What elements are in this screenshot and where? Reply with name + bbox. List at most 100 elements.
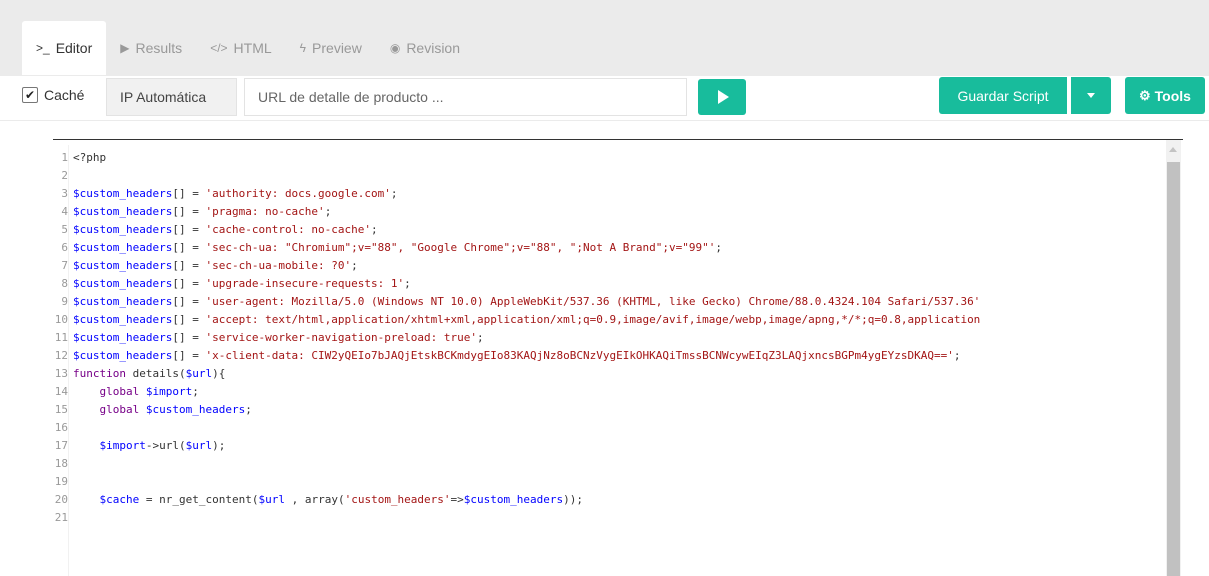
code-token: $custom_headers (73, 223, 173, 236)
url-input[interactable] (244, 78, 687, 116)
code-token: 'accept: text/html,application/xhtml+xml… (205, 313, 981, 326)
line-number: 5 (61, 223, 68, 236)
tools-button[interactable]: ⚙ Tools (1125, 77, 1205, 114)
tab-label: Editor (55, 40, 93, 56)
line-number: 13 (54, 367, 68, 380)
code-token: global (99, 385, 140, 398)
code-token: 'user-agent: Mozilla/5.0 (Windows NT 10.… (205, 295, 981, 308)
code-token: $custom_headers (73, 187, 173, 200)
code-token: [] = (172, 241, 206, 254)
line-number: 15 (54, 403, 68, 416)
code-text: $custom_headers[] = 'x-client-data: CIW2… (73, 347, 960, 365)
bolt-icon: ϟ (299, 41, 307, 55)
code-token: [] = (172, 205, 206, 218)
scrollbar-thumb[interactable] (1167, 162, 1180, 576)
code-token: 'authority: docs.google.com' (205, 187, 391, 200)
line-number: 18 (54, 457, 68, 470)
code-token: $url (258, 493, 285, 506)
code-line: 11 $custom_headers[] = 'service-worker-na… (53, 329, 1183, 347)
code-text: function details($url){ (73, 365, 225, 383)
code-text: $custom_headers[] = 'accept: text/html,a… (73, 311, 980, 329)
cache-checkbox[interactable]: ✔ (22, 87, 38, 103)
ip-mode-selector[interactable]: IP Automática (106, 78, 237, 116)
line-number: 2 (61, 169, 68, 182)
code-token: $url (185, 439, 213, 452)
code-token: $custom_headers (73, 331, 173, 344)
play-icon (718, 90, 729, 104)
code-text: $import->url($url); (73, 437, 226, 455)
tab-html[interactable]: </> HTML (196, 21, 285, 75)
tab-results[interactable]: ▶ Results (106, 21, 196, 75)
line-number: 3 (61, 187, 68, 200)
code-token: [] = (172, 223, 206, 236)
line-number: 4 (61, 205, 68, 218)
line-number: 9 (61, 295, 68, 308)
code-line: 4 $custom_headers[] = 'pragma: no-cache'; (53, 203, 1183, 221)
code-token: [] = (172, 259, 206, 272)
code-editor[interactable]: 1 <?php 2 3 $custom_headers[] = 'authority: … (53, 139, 1183, 576)
code-token: $custom_headers (73, 277, 173, 290)
code-line: 9 $custom_headers[] = 'user-agent: Mozill… (53, 293, 1183, 311)
code-token: => (450, 493, 464, 506)
code-token: 'sec-ch-ua-mobile: ?0' (205, 259, 352, 272)
code-line: 14 global $import; (53, 383, 1183, 401)
run-button[interactable] (698, 79, 746, 115)
code-token: ; (715, 241, 723, 254)
code-token: [] = (172, 313, 206, 326)
code-token: details( (125, 367, 186, 380)
code-text: global $import; (73, 383, 199, 401)
code-line: 3 $custom_headers[] = 'authority: docs.go… (53, 185, 1183, 203)
code-token: ; (390, 187, 398, 200)
line-number: 21 (54, 511, 68, 524)
gear-icon: ⚙ (1139, 87, 1151, 103)
tab-label: HTML (233, 40, 272, 56)
tab-revision[interactable]: ◉ Revision (376, 21, 474, 75)
code-line: 7 $custom_headers[] = 'sec-ch-ua-mobile: … (53, 257, 1183, 275)
code-text: $custom_headers[] = 'cache-control: no-c… (73, 221, 378, 239)
line-number: 10 (54, 313, 68, 326)
tab-bar: >_ Editor ▶ Results </> HTML ϟ Preview ◉ Revision (22, 21, 474, 75)
play-icon: ▶ (120, 41, 130, 55)
code-line: 2 (53, 167, 1183, 185)
save-options-dropdown[interactable] (1071, 77, 1111, 114)
code-line: 21 (53, 509, 1183, 527)
line-number: 6 (61, 241, 68, 254)
code-token: [] = (172, 331, 206, 344)
code-token: $custom_headers (73, 349, 173, 362)
code-icon: </> (210, 41, 228, 55)
code-text: $custom_headers[] = 'pragma: no-cache'; (73, 203, 331, 221)
tab-label: Results (135, 40, 183, 56)
code-token: ; (953, 349, 961, 362)
code-token: 'upgrade-insecure-requests: 1' (205, 277, 405, 290)
code-line: 17 $import->url($url); (53, 437, 1183, 455)
tab-preview[interactable]: ϟ Preview (286, 21, 376, 75)
code-text: <?php (73, 149, 106, 167)
tab-editor[interactable]: >_ Editor (22, 21, 107, 75)
cache-toggle[interactable]: ✔ Caché (22, 87, 84, 103)
code-token: $url (185, 367, 213, 380)
code-text: $custom_headers[] = 'service-worker-navi… (73, 329, 484, 347)
code-token: $custom_headers (145, 403, 246, 416)
save-script-button[interactable]: Guardar Script (939, 77, 1067, 114)
line-number: 20 (54, 493, 68, 506)
code-token: ; (351, 259, 358, 272)
code-token: ; (324, 205, 332, 218)
code-text: $custom_headers[] = 'authority: docs.goo… (73, 185, 398, 203)
code-token: $cache (99, 493, 140, 506)
code-token: ; (245, 403, 252, 416)
line-number: 19 (54, 475, 68, 488)
line-number: 8 (61, 277, 68, 290)
ip-mode-label: IP Automática (120, 89, 207, 105)
code-token: ; (404, 277, 411, 290)
line-number: 17 (54, 439, 68, 452)
code-token: 'x-client-data: CIW2yQEIo7bJAQjEtskBCKmd… (205, 349, 954, 362)
line-number: 11 (54, 331, 68, 344)
code-line: 13 function details($url){ (53, 365, 1183, 383)
line-number: 1 (61, 151, 68, 164)
scroll-up-arrow-icon[interactable] (1169, 147, 1177, 152)
cache-label: Caché (44, 87, 85, 103)
code-token: ){ (212, 367, 226, 380)
terminal-icon: >_ (36, 41, 50, 55)
